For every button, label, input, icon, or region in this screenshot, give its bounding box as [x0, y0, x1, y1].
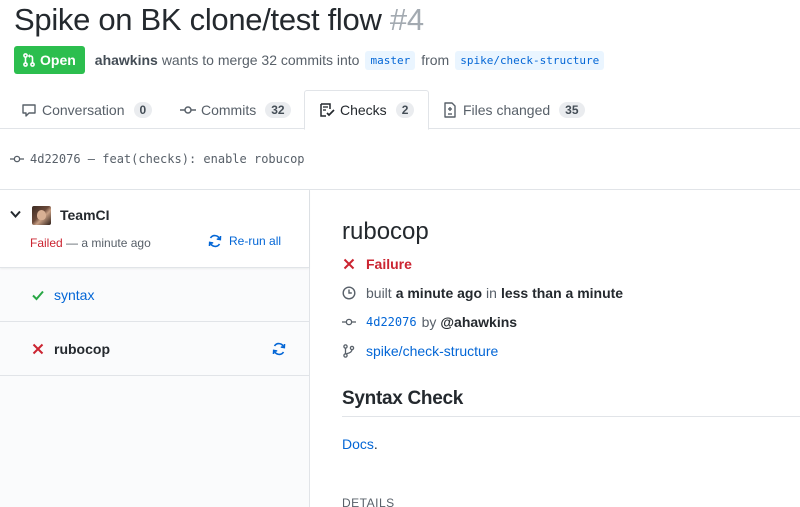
tab-files-changed-count: 35 — [559, 101, 585, 118]
check-run-rubocop[interactable]: rubocop — [0, 322, 309, 376]
check-suite-status: Failed — a minute ago — [30, 236, 151, 250]
sync-icon[interactable] — [272, 342, 286, 356]
git-pull-request-icon — [23, 53, 35, 67]
head-branch[interactable]: spike/check-structure — [455, 50, 605, 70]
check-suite-time: — a minute ago — [66, 236, 151, 250]
checklist-icon — [320, 103, 335, 117]
built-duration: less than a minute — [500, 285, 624, 301]
pr-tabs: Conversation 0 Commits 32 Checks 2 Files… — [0, 90, 800, 130]
check-icon — [32, 290, 44, 300]
check-run-name: syntax — [54, 286, 95, 303]
comment-icon — [22, 103, 36, 117]
pr-merge-text: wants to merge 32 commits into — [161, 52, 360, 68]
check-conclusion: Failure — [342, 256, 412, 272]
pr-title: Spike on BK clone/test flow #4 — [14, 2, 424, 38]
x-icon — [343, 258, 355, 270]
x-icon — [32, 343, 44, 354]
check-commit-info: 4d22076 by @ahawkins — [342, 314, 517, 330]
built-time: a minute ago — [395, 285, 483, 301]
commit-icon — [10, 155, 24, 163]
commit-sha-link[interactable]: 4d22076 — [366, 315, 417, 329]
pr-state-label: Open — [40, 52, 76, 68]
tab-files-changed[interactable]: Files changed 35 — [442, 90, 585, 129]
commit-message[interactable]: 4d22076 — feat(checks): enable robucop — [30, 152, 305, 166]
commit-user[interactable]: @ahawkins — [440, 314, 517, 330]
check-conclusion-label: Failure — [366, 256, 412, 272]
check-built-info: built a minute ago in less than a minute — [342, 285, 627, 301]
commit-by-text: by — [421, 314, 437, 330]
tab-conversation-count: 0 — [133, 101, 153, 118]
check-run-syntax[interactable]: syntax — [0, 268, 309, 322]
pr-from-text: from — [421, 52, 450, 68]
tab-checks[interactable]: Checks 2 — [304, 90, 430, 130]
check-run-name: rubocop — [54, 340, 110, 357]
docs-suffix: . — [373, 436, 378, 452]
tab-conversation[interactable]: Conversation 0 — [21, 90, 153, 129]
rerun-all-label: Re-run all — [229, 234, 282, 248]
checks-sidebar: TeamCI Failed — a minute ago Re-run all … — [0, 190, 310, 507]
tab-commits[interactable]: Commits 32 — [180, 90, 291, 129]
tab-conversation-label: Conversation — [42, 101, 125, 118]
base-branch[interactable]: master — [365, 50, 416, 70]
pr-author-link[interactable]: ahawkins — [95, 52, 158, 68]
commit-icon — [180, 105, 196, 114]
pr-number: #4 — [389, 2, 424, 37]
section-title: Syntax Check — [342, 388, 464, 409]
clock-icon — [342, 286, 356, 300]
rerun-all-button[interactable]: Re-run all — [208, 234, 281, 248]
tab-files-changed-label: Files changed — [463, 101, 551, 118]
sync-icon — [208, 234, 222, 248]
docs-link[interactable]: Docs — [342, 436, 374, 452]
tab-checks-label: Checks — [340, 102, 387, 118]
tab-commits-label: Commits — [201, 101, 257, 118]
check-run-detail: rubocop Failure built a minute ago in le… — [342, 190, 800, 507]
pr-state-badge: Open — [14, 46, 85, 74]
pr-title-text: Spike on BK clone/test flow — [14, 2, 382, 37]
built-prefix: built — [366, 285, 392, 301]
check-branch-info: spike/check-structure — [342, 343, 498, 359]
check-suite[interactable]: TeamCI Failed — a minute ago Re-run all — [0, 190, 309, 268]
tab-commits-count: 32 — [265, 101, 291, 118]
details-label: DETAILS — [342, 496, 395, 507]
check-suite-status-failed: Failed — [30, 236, 63, 250]
file-diff-icon — [444, 101, 456, 118]
check-suite-app-name: TeamCI — [60, 207, 110, 223]
pr-meta: Open ahawkins wants to merge 32 commits … — [14, 46, 610, 74]
avatar — [32, 206, 51, 225]
docs-paragraph: Docs. — [342, 436, 378, 452]
section-divider — [342, 416, 800, 417]
commit-icon — [342, 318, 356, 326]
built-mid: in — [486, 285, 497, 301]
commit-header: 4d22076 — feat(checks): enable robucop — [0, 129, 800, 190]
chevron-down-icon[interactable] — [10, 210, 21, 219]
git-branch-icon — [343, 344, 355, 358]
check-run-title: rubocop — [342, 218, 429, 245]
tab-checks-count: 2 — [395, 102, 415, 118]
branch-link[interactable]: spike/check-structure — [366, 343, 498, 359]
